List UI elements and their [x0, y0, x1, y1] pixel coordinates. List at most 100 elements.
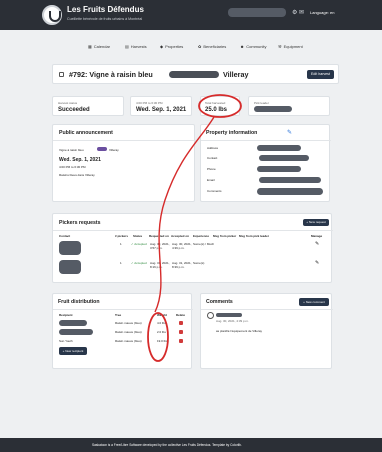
redacted-email [259, 177, 321, 183]
field-phone: Phone [207, 167, 216, 171]
harvest-title-suffix: Villeray [223, 70, 249, 79]
equipment-icon: ⚒ [278, 44, 282, 49]
nav-calendar[interactable]: ▦ Calendar [88, 44, 110, 49]
redacted-user [228, 8, 286, 17]
row2-requested: Aug. 31, 2021, 8:16 p.m. [150, 261, 170, 269]
distribution-heading: Fruit distribution [58, 299, 100, 305]
date-value: Wed. Sep. 1, 2021 [136, 107, 187, 113]
star-icon[interactable] [59, 72, 64, 77]
row1-experience: Some(s) / Much [193, 242, 215, 246]
delete-icon[interactable] [179, 321, 183, 325]
row3-weight: 19.0 lbs [157, 339, 168, 343]
row3-recipient: Sun Youth [59, 339, 73, 343]
field-email: Email [207, 178, 215, 182]
redacted-contact-1 [59, 241, 81, 255]
nav-properties[interactable]: ◆ Properties [160, 44, 183, 49]
col-recipient: Recipient [59, 313, 73, 317]
status-card: Harvest status Succeeded [52, 96, 124, 116]
row2-accepted: Aug. 31, 2021, 8:39 p.m. [172, 261, 192, 269]
col-status: Status [133, 234, 143, 238]
nav-community[interactable]: ☻ Community [240, 44, 266, 49]
redacted-contact-2 [59, 260, 81, 274]
harvest-title-card: #792: Vigne à raisin bleu Villeray Edit … [52, 64, 339, 84]
new-comment-button[interactable]: + New comment [299, 298, 329, 306]
comments-heading: Comments [206, 299, 233, 305]
field-contact: Contact [207, 156, 218, 160]
row2-status: ✓ Accepted [131, 261, 147, 265]
avatar [207, 312, 214, 319]
announcement-line1b: Villeray [109, 148, 119, 152]
status-label: Harvest status [58, 101, 78, 105]
status-value: Succeeded [58, 107, 90, 113]
new-recipient-button[interactable]: + New recipient [59, 347, 87, 355]
distribution-card: Fruit distribution Recipient Tree Weight… [52, 293, 193, 369]
edit-request-icon[interactable]: ✎ [315, 260, 319, 266]
divider [53, 140, 196, 141]
calendar-icon: ▦ [88, 44, 92, 49]
redacted-phone [257, 166, 301, 172]
redacted-recipient-2 [59, 329, 93, 335]
row2-status-text: Accepted [134, 261, 147, 265]
row1-requested: Aug. 30, 2021, 3:57 p.m. [150, 242, 170, 250]
row3-tree: Raisin mauve (bleu) [115, 339, 142, 343]
redacted-announce [97, 147, 107, 151]
col-delete: Delete [176, 313, 186, 317]
pin-icon: ◆ [160, 44, 164, 49]
col-requested: Requested on [149, 234, 169, 238]
property-card: Property information ✎ Address Contact P… [200, 124, 331, 202]
nav-equipment[interactable]: ⚒ Equipment [278, 44, 303, 49]
logo-icon[interactable] [42, 5, 62, 25]
redacted-contact [259, 155, 309, 161]
row2-pickers: 1 [120, 261, 122, 265]
col-accepted: Accepted on [171, 234, 190, 238]
row1-status-text: Accepted [134, 242, 147, 246]
col-tree: Tree [115, 313, 122, 317]
comment-date: Aug. 30, 2021, 4:39 p.m. [216, 319, 249, 323]
redacted-commenter [216, 313, 242, 317]
delete-icon[interactable] [179, 330, 183, 334]
announcement-card: Public announcement Vigne à raisin bleu … [52, 124, 196, 202]
row2-experience: Some(s) [193, 261, 205, 265]
brand-tagline: Cueillette bénévole de fruits urbains à … [67, 17, 143, 21]
main-nav: ▦ Calendar ▤ Harvests ◆ Properties ✿ Benefic… [0, 44, 382, 54]
redacted-pick-leader [254, 106, 292, 112]
comments-card: Comments + New comment Aug. 30, 2021, 4:… [200, 293, 333, 369]
comment-text: as planifié l'équipement de Villeray [216, 329, 263, 333]
col-weight: Weight [157, 313, 167, 317]
field-comments: Comments [207, 189, 222, 193]
footer-text: Saskatoon is a Free/Libre Software devel… [92, 443, 242, 447]
announcement-time: 4:00 PM to 6:30 PM [59, 165, 86, 169]
beneficiary-icon: ✿ [198, 44, 202, 49]
language-selector[interactable]: Language: en [310, 10, 334, 15]
pick-leader-card: Pick leader [248, 96, 330, 116]
nav-beneficiaries[interactable]: ✿ Beneficiaries [198, 44, 226, 49]
property-heading: Property information [206, 130, 258, 136]
nav-harvests[interactable]: ▤ Harvests [125, 44, 147, 49]
field-address: Address [207, 146, 219, 150]
col-manage: Manage [311, 234, 323, 238]
redacted-title [169, 71, 219, 78]
announcement-note: Raisins bleus dans Villeray [59, 173, 95, 177]
divider [53, 309, 193, 310]
edit-pencil-icon[interactable]: ✎ [287, 129, 292, 136]
brand-name[interactable]: Les Fruits Défendus [67, 5, 144, 14]
user-icons[interactable]: ⚙ ✉ [292, 9, 304, 16]
row1-pickers: 1 [120, 242, 122, 246]
edit-request-icon[interactable]: ✎ [315, 241, 319, 247]
col-msg-picker: Msg from picker [213, 234, 237, 238]
col-msg-leader: Msg from pick leader [239, 234, 270, 238]
announcement-date: Wed. Sep. 1, 2021 [59, 157, 101, 163]
redacted-comments [257, 188, 323, 195]
edit-harvest-button[interactable]: Edit harvest [307, 70, 334, 79]
divider [53, 230, 333, 231]
row1-status: ✓ Accepted [131, 242, 147, 246]
delete-icon[interactable] [179, 339, 183, 343]
new-request-button[interactable]: + New request [303, 219, 329, 226]
community-icon: ☻ [240, 44, 245, 49]
announcement-heading: Public announcement [59, 130, 113, 136]
harvest-title: #792: Vigne à raisin bleu [69, 70, 153, 79]
row1-accepted: Aug. 30, 2021, 4:39 p.m. [172, 242, 192, 250]
total-card: Total harvested 25.0 lbs [200, 96, 240, 116]
redacted-recipient-1 [59, 320, 87, 326]
col-experience: Experience [193, 234, 210, 238]
